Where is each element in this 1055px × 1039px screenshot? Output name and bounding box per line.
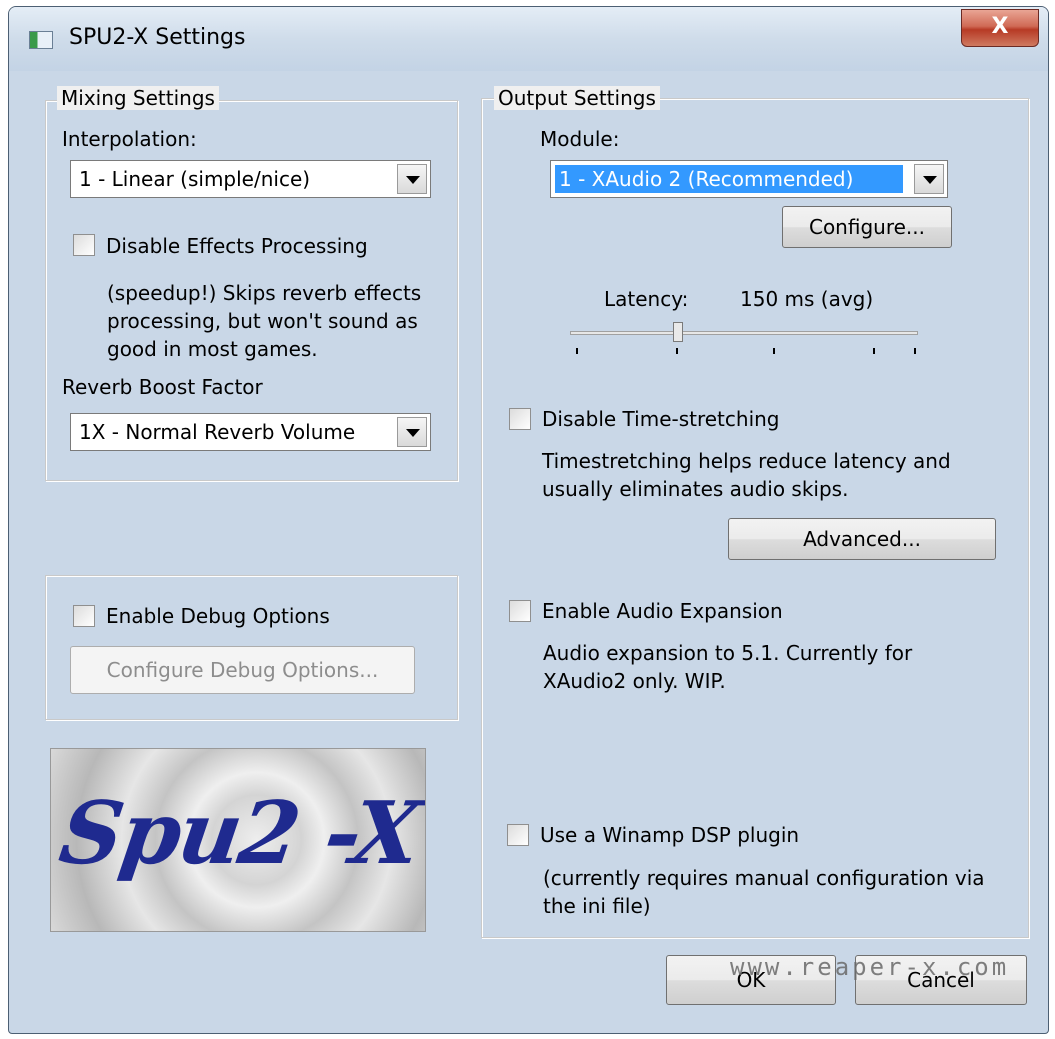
latency-slider-thumb[interactable]: [672, 322, 683, 342]
close-button[interactable]: X: [961, 9, 1039, 47]
logo-text: Spu2 -X: [53, 783, 425, 884]
winamp-dsp-label[interactable]: Use a Winamp DSP plugin: [540, 823, 799, 847]
interpolation-dropdown[interactable]: 1 - Linear (simple/nice): [70, 160, 431, 198]
latency-tick: [576, 348, 578, 354]
disable-effects-checkbox[interactable]: [73, 234, 95, 256]
reverb-boost-value: 1X - Normal Reverb Volume: [79, 420, 356, 444]
audio-expansion-label[interactable]: Enable Audio Expansion: [542, 599, 783, 623]
latency-tick: [914, 348, 916, 354]
module-value: 1 - XAudio 2 (Recommended): [555, 165, 903, 193]
reverb-boost-label: Reverb Boost Factor: [62, 375, 263, 399]
configure-debug-button[interactable]: Configure Debug Options...: [70, 646, 415, 694]
mixing-settings-legend: Mixing Settings: [57, 86, 219, 110]
latency-tick: [873, 348, 875, 354]
reverb-boost-dropdown[interactable]: 1X - Normal Reverb Volume: [70, 413, 431, 451]
watermark-text: www.reaper-x.com: [730, 953, 1010, 981]
audio-expansion-checkbox[interactable]: [509, 600, 531, 622]
configure-module-button[interactable]: Configure...: [782, 206, 952, 248]
interpolation-label: Interpolation:: [62, 127, 197, 151]
latency-value: 150 ms (avg): [740, 287, 874, 311]
title-bar[interactable]: SPU2-X Settings X: [9, 7, 1048, 71]
disable-timestretch-label[interactable]: Disable Time-stretching: [542, 407, 780, 431]
latency-label: Latency:: [604, 287, 689, 311]
module-label: Module:: [540, 127, 620, 151]
app-icon: [29, 31, 53, 49]
timestretch-description: Timestretching helps reduce latency and …: [542, 449, 951, 501]
winamp-dsp-description: (currently requires manual configuration…: [543, 866, 985, 918]
enable-debug-checkbox[interactable]: [73, 605, 95, 627]
disable-timestretch-checkbox[interactable]: [509, 408, 531, 430]
chevron-down-icon[interactable]: [397, 417, 427, 447]
output-settings-legend: Output Settings: [494, 86, 660, 110]
latency-tick: [676, 348, 678, 354]
module-dropdown[interactable]: 1 - XAudio 2 (Recommended): [550, 160, 948, 198]
chevron-down-icon[interactable]: [397, 164, 427, 194]
audio-expansion-description: Audio expansion to 5.1. Currently for XA…: [543, 641, 913, 693]
interpolation-value: 1 - Linear (simple/nice): [79, 167, 311, 191]
advanced-button[interactable]: Advanced...: [728, 518, 996, 560]
effects-description: (speedup!) Skips reverb effects processi…: [107, 281, 422, 361]
window-title: SPU2-X Settings: [69, 25, 246, 50]
winamp-dsp-checkbox[interactable]: [507, 824, 529, 846]
enable-debug-label[interactable]: Enable Debug Options: [106, 604, 330, 628]
spu2x-logo: Spu2 -X: [50, 748, 426, 932]
latency-slider-track[interactable]: [570, 331, 918, 335]
disable-effects-label[interactable]: Disable Effects Processing: [106, 234, 368, 258]
chevron-down-icon[interactable]: [914, 164, 944, 194]
latency-tick: [773, 348, 775, 354]
